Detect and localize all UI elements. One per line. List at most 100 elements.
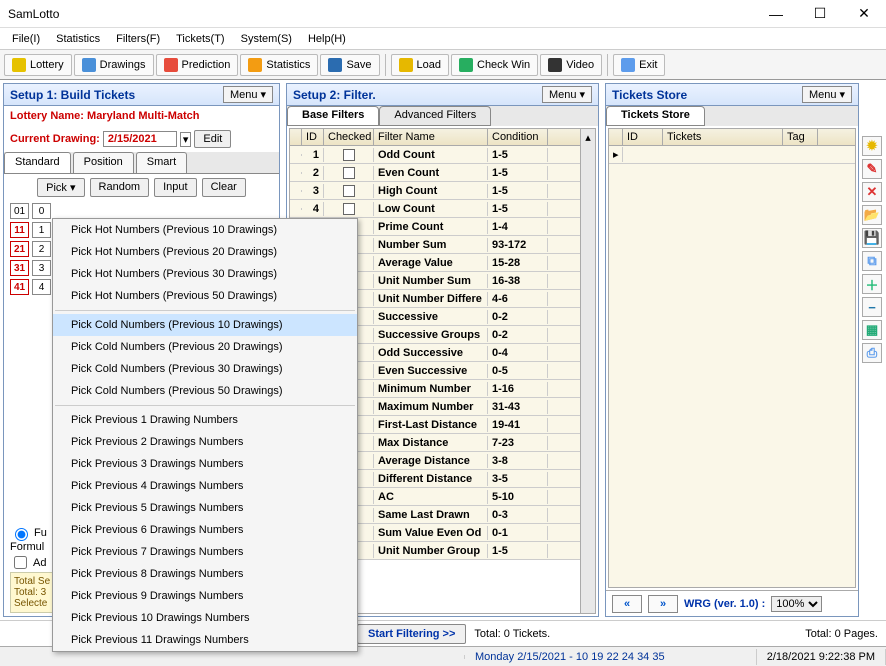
panel1-menu-button[interactable]: Menu▾: [223, 86, 273, 103]
tool-open-icon[interactable]: 📂: [862, 205, 882, 225]
pick-dropdown-menu: Pick Hot Numbers (Previous 10 Drawings)P…: [52, 218, 358, 652]
filter-checkbox[interactable]: [343, 149, 355, 161]
col-condition[interactable]: Condition: [488, 129, 548, 145]
filter-checkbox[interactable]: [343, 167, 355, 179]
tool-copy-icon[interactable]: ⧉: [862, 251, 882, 271]
tool-delete-icon[interactable]: ✕: [862, 182, 882, 202]
pick-menu-item[interactable]: Pick Hot Numbers (Previous 10 Drawings): [53, 219, 357, 241]
panel3-menu-button[interactable]: Menu▾: [802, 86, 852, 103]
pick-menu-item[interactable]: Pick Previous 5 Drawings Numbers: [53, 497, 357, 519]
drawing-date-input[interactable]: 2/15/2021: [103, 131, 177, 147]
toolbar-drawings-button[interactable]: Drawings: [74, 54, 154, 76]
number-cell[interactable]: 4: [32, 279, 51, 295]
date-dropdown-icon[interactable]: ▾: [180, 132, 192, 147]
number-cell[interactable]: 1: [32, 222, 51, 238]
tool-save-icon[interactable]: 💾: [862, 228, 882, 248]
maximize-button[interactable]: ☐: [798, 0, 842, 28]
toolbar-save-button[interactable]: Save: [320, 54, 379, 76]
pick-menu-item[interactable]: Pick Cold Numbers (Previous 10 Drawings): [53, 314, 357, 336]
toolbar-prediction-button[interactable]: Prediction: [156, 54, 239, 76]
filter-row[interactable]: 2 Even Count 1-5: [290, 164, 595, 182]
menu-system[interactable]: System(S): [233, 31, 300, 47]
scrollbar[interactable]: ▴: [580, 128, 596, 614]
col-checked[interactable]: Checked: [324, 129, 374, 145]
pick-menu-item[interactable]: Pick Previous 8 Drawings Numbers: [53, 563, 357, 585]
number-cell[interactable]: 3: [32, 260, 51, 276]
toolbar-check-win-button[interactable]: Check Win: [451, 54, 538, 76]
pick-menu-item[interactable]: Pick Previous 9 Drawings Numbers: [53, 585, 357, 607]
zoom-select[interactable]: 100%: [771, 596, 822, 612]
filter-checkbox[interactable]: [343, 185, 355, 197]
number-cell[interactable]: 0: [32, 203, 51, 219]
number-cell[interactable]: 01: [10, 203, 29, 219]
tab-position[interactable]: Position: [73, 152, 134, 173]
chevron-down-icon: ▾: [579, 88, 585, 101]
panel2-menu-button[interactable]: Menu▾: [542, 86, 592, 103]
pick-menu-item[interactable]: Pick Previous 11 Drawings Numbers: [53, 629, 357, 651]
col-id[interactable]: ID: [302, 129, 324, 145]
menu-statistics[interactable]: Statistics: [48, 31, 108, 47]
toolbar-load-button[interactable]: Load: [391, 54, 449, 76]
tool-remove-icon[interactable]: −: [862, 297, 882, 317]
filter-row[interactable]: 4 Low Count 1-5: [290, 200, 595, 218]
random-button[interactable]: Random: [90, 178, 150, 197]
menu-filters[interactable]: Filters(F): [108, 31, 168, 47]
number-cell[interactable]: 11: [10, 222, 29, 238]
pick-menu-item[interactable]: Pick Previous 1 Drawing Numbers: [53, 409, 357, 431]
minimize-button[interactable]: —: [754, 0, 798, 28]
tab-standard[interactable]: Standard: [4, 152, 71, 173]
filter-row[interactable]: 1 Odd Count 1-5: [290, 146, 595, 164]
tool-grid-icon[interactable]: ▦: [862, 320, 882, 340]
pick-menu-item[interactable]: Pick Previous 4 Drawings Numbers: [53, 475, 357, 497]
pick-menu-item[interactable]: Pick Cold Numbers (Previous 20 Drawings): [53, 336, 357, 358]
number-cell[interactable]: 2: [32, 241, 51, 257]
pick-menu-item[interactable]: Pick Hot Numbers (Previous 30 Drawings): [53, 263, 357, 285]
pick-menu-item[interactable]: Pick Previous 3 Drawings Numbers: [53, 453, 357, 475]
tab-smart[interactable]: Smart: [136, 152, 187, 173]
pick-menu-item[interactable]: Pick Cold Numbers (Previous 30 Drawings): [53, 358, 357, 380]
prediction-icon: [164, 58, 178, 72]
edit-button[interactable]: Edit: [194, 130, 231, 148]
number-cell[interactable]: 21: [10, 241, 29, 257]
nav-prev-button[interactable]: «: [612, 595, 642, 613]
col-ts-tickets[interactable]: Tickets: [663, 129, 783, 145]
tool-edit-icon[interactable]: ✎: [862, 159, 882, 179]
filter-checkbox[interactable]: [343, 203, 355, 215]
pick-menu-item[interactable]: Pick Previous 2 Drawings Numbers: [53, 431, 357, 453]
lottery-label: Lottery Name:: [10, 110, 84, 122]
number-cell[interactable]: 31: [10, 260, 29, 276]
pick-menu-item[interactable]: Pick Previous 6 Drawings Numbers: [53, 519, 357, 541]
pick-menu-item[interactable]: Pick Hot Numbers (Previous 20 Drawings): [53, 241, 357, 263]
tab-tickets-store[interactable]: Tickets Store: [606, 106, 705, 126]
toolbar-lottery-button[interactable]: Lottery: [4, 54, 72, 76]
panel1-title: Setup 1: Build Tickets: [10, 88, 223, 102]
nav-next-button[interactable]: »: [648, 595, 678, 613]
adv-checkbox[interactable]: [14, 556, 27, 569]
pick-menu-item[interactable]: Pick Previous 7 Drawings Numbers: [53, 541, 357, 563]
pick-menu-item[interactable]: Pick Previous 10 Drawings Numbers: [53, 607, 357, 629]
col-ts-tag[interactable]: Tag: [783, 129, 818, 145]
tab-advanced-filters[interactable]: Advanced Filters: [379, 106, 491, 126]
close-button[interactable]: ✕: [842, 0, 886, 28]
tool-new-icon[interactable]: ✹: [862, 136, 882, 156]
pick-menu-item[interactable]: Pick Cold Numbers (Previous 50 Drawings): [53, 380, 357, 402]
filter-row[interactable]: 3 High Count 1-5: [290, 182, 595, 200]
tab-base-filters[interactable]: Base Filters: [287, 106, 379, 126]
clear-button[interactable]: Clear: [202, 178, 246, 197]
col-ts-id[interactable]: ID: [623, 129, 663, 145]
pick-menu-item[interactable]: Pick Hot Numbers (Previous 50 Drawings): [53, 285, 357, 307]
toolbar-exit-button[interactable]: Exit: [613, 54, 665, 76]
number-cell[interactable]: 41: [10, 279, 29, 295]
start-filtering-button[interactable]: Start Filtering >>: [357, 624, 466, 644]
full-radio[interactable]: [15, 528, 28, 541]
input-button[interactable]: Input: [154, 178, 196, 197]
menu-help[interactable]: Help(H): [300, 31, 354, 47]
tool-add-icon[interactable]: ＋: [862, 274, 882, 294]
toolbar-statistics-button[interactable]: Statistics: [240, 54, 318, 76]
menu-file[interactable]: File(I): [4, 31, 48, 47]
menu-tickets[interactable]: Tickets(T): [168, 31, 232, 47]
tool-print-icon[interactable]: ⎙: [862, 343, 882, 363]
col-filter-name[interactable]: Filter Name: [374, 129, 488, 145]
toolbar-video-button[interactable]: Video: [540, 54, 602, 76]
pick-button[interactable]: Pick ▾: [37, 178, 84, 197]
